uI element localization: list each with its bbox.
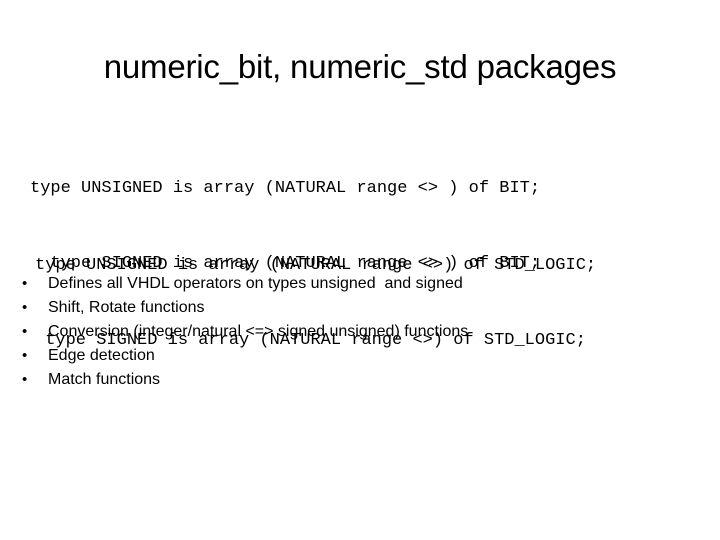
bullet-icon: • bbox=[22, 299, 28, 316]
list-item-label: Edge detection bbox=[48, 347, 155, 364]
list-item-label: Conversion (integer/natural <=> signed u… bbox=[48, 323, 469, 340]
list-item: • Defines all VHDL operators on types un… bbox=[18, 272, 468, 296]
feature-bullet-list: • Defines all VHDL operators on types un… bbox=[18, 272, 468, 392]
bullet-icon: • bbox=[22, 371, 28, 388]
list-item: • Edge detection bbox=[18, 344, 468, 368]
list-item-label: Match functions bbox=[48, 371, 161, 388]
list-item-label: Shift, Rotate functions bbox=[48, 299, 205, 316]
list-item: • Shift, Rotate functions bbox=[18, 296, 468, 320]
bullet-icon: • bbox=[22, 323, 28, 340]
bullet-icon: • bbox=[22, 347, 28, 364]
slide-canvas: numeric_bit, numeric_std packages type U… bbox=[0, 0, 720, 540]
page-title: numeric_bit, numeric_std packages bbox=[103, 48, 617, 85]
list-item-label: Defines all VHDL operators on types unsi… bbox=[48, 275, 463, 292]
code-line: type UNSIGNED is array (NATURAL range <>… bbox=[30, 179, 541, 198]
list-item: • Conversion (integer/natural <=> signed… bbox=[18, 320, 468, 344]
list-item: • Match functions bbox=[18, 368, 468, 392]
bullet-icon: • bbox=[22, 275, 28, 292]
